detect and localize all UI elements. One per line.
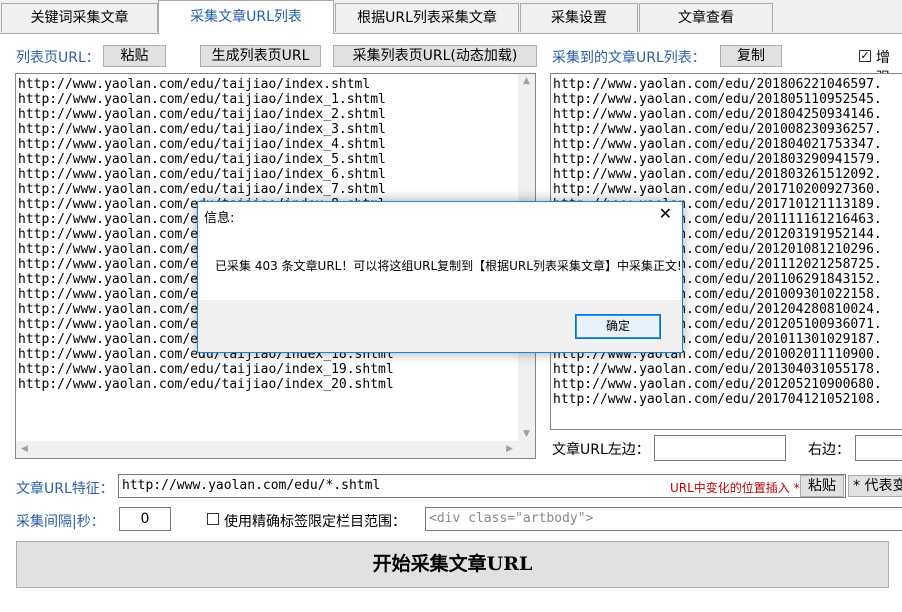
paste-button[interactable]: 粘贴	[103, 45, 166, 67]
tab-collect-by-url-list[interactable]: 根据URL列表采集文章	[335, 3, 519, 32]
left-url-line: http://www.yaolan.com/edu/taijiao/index_…	[18, 377, 394, 392]
generate-list-url-button[interactable]: 生成列表页URL	[200, 45, 321, 67]
star-represents-button[interactable]: * 代表变	[848, 475, 902, 497]
right-url-line: http://www.yaolan.com/edu/20180622104659…	[553, 77, 882, 92]
dialog-footer: 确定	[198, 300, 682, 352]
enhance-checkbox[interactable]: ✓	[859, 50, 871, 62]
right-url-line: http://www.yaolan.com/edu/20171020092736…	[553, 182, 882, 197]
left-url-line: http://www.yaolan.com/edu/taijiao/index_…	[18, 122, 386, 137]
info-dialog: 信息: ✕ 已采集 403 条文章URL！可以将这组URL复制到【根据URL列表…	[197, 201, 683, 353]
right-url-line: http://www.yaolan.com/edu/20180425093414…	[553, 107, 882, 122]
close-icon[interactable]: ✕	[659, 204, 672, 223]
copy-button[interactable]: 复制	[720, 45, 782, 67]
left-url-line: http://www.yaolan.com/edu/taijiao/index.…	[18, 77, 371, 92]
dialog-message: 已采集 403 条文章URL！可以将这组URL复制到【根据URL列表采集文章】中…	[215, 259, 682, 273]
precise-tag-checkbox[interactable]	[207, 513, 219, 525]
feature-input-value: http://www.yaolan.com/edu/*.shtml	[122, 478, 381, 493]
list-page-url-label: 列表页URL：	[16, 50, 100, 66]
right-url-line: http://www.yaolan.com/edu/20180402175334…	[553, 137, 882, 152]
interval-input[interactable]: 0	[119, 507, 171, 531]
left-url-line: http://www.yaolan.com/edu/taijiao/index_…	[18, 152, 386, 167]
right-url-line: http://www.yaolan.com/edu/20170412105210…	[553, 392, 882, 407]
precise-tag-label: 使用精确标签限定栏目范围：	[224, 514, 406, 530]
scroll-left-icon[interactable]: ◀	[16, 444, 33, 454]
left-url-line: http://www.yaolan.com/edu/taijiao/index_…	[18, 92, 386, 107]
right-boundary-label: 右边：	[808, 442, 850, 458]
collect-list-url-button[interactable]: 采集列表页URL(动态加载)	[333, 45, 537, 67]
collected-url-label: 采集到的文章URL列表：	[552, 50, 706, 66]
right-url-line: http://www.yaolan.com/edu/20180511095254…	[553, 92, 882, 107]
right-url-line: http://www.yaolan.com/edu/20100823093625…	[553, 122, 882, 137]
interval-label: 采集间隔|秒：	[16, 514, 105, 530]
left-url-line: http://www.yaolan.com/edu/taijiao/index_…	[18, 107, 386, 122]
tab-collect-settings[interactable]: 采集设置	[520, 3, 638, 32]
left-boundary-label: 文章URL左边：	[552, 442, 650, 458]
right-url-line: http://www.yaolan.com/edu/20180329094157…	[553, 152, 882, 167]
right-url-line: http://www.yaolan.com/edu/20180326151209…	[553, 167, 882, 182]
scroll-right-icon[interactable]: ▶	[501, 444, 518, 454]
feature-hint: URL中变化的位置插入 *	[670, 481, 800, 495]
feature-label: 文章URL特征：	[16, 481, 114, 497]
left-boundary-input[interactable]	[654, 435, 786, 461]
left-url-line: http://www.yaolan.com/edu/taijiao/index_…	[18, 137, 386, 152]
right-url-line: http://www.yaolan.com/edu/20130403105517…	[553, 362, 882, 377]
scroll-up-icon[interactable]: ▲	[518, 76, 535, 86]
scroll-corner	[518, 441, 535, 458]
tab-collect-url-list[interactable]: 采集文章URL列表	[158, 0, 334, 34]
precise-tag-input[interactable]: <div class="artbody">	[425, 507, 902, 531]
right-url-line: http://www.yaolan.com/edu/20120521090068…	[553, 377, 882, 392]
dialog-title: 信息:	[204, 211, 235, 226]
tab-article-view[interactable]: 文章查看	[639, 3, 773, 32]
left-url-line: http://www.yaolan.com/edu/taijiao/index_…	[18, 362, 394, 377]
ok-button[interactable]: 确定	[575, 314, 661, 339]
right-boundary-input[interactable]	[855, 435, 902, 461]
scroll-down-icon[interactable]: ▼	[518, 429, 535, 439]
horizontal-scrollbar[interactable]: ◀ ▶	[16, 441, 518, 458]
feature-paste-button[interactable]: 粘贴	[800, 475, 844, 497]
left-url-line: http://www.yaolan.com/edu/taijiao/index_…	[18, 182, 386, 197]
tab-keyword-collect[interactable]: 关键词采集文章	[1, 3, 158, 32]
tab-bar: 关键词采集文章 采集文章URL列表 根据URL列表采集文章 采集设置 文章查看	[0, 0, 902, 34]
start-collect-button[interactable]: 开始采集文章URL	[16, 541, 889, 588]
left-url-line: http://www.yaolan.com/edu/taijiao/index_…	[18, 167, 386, 182]
